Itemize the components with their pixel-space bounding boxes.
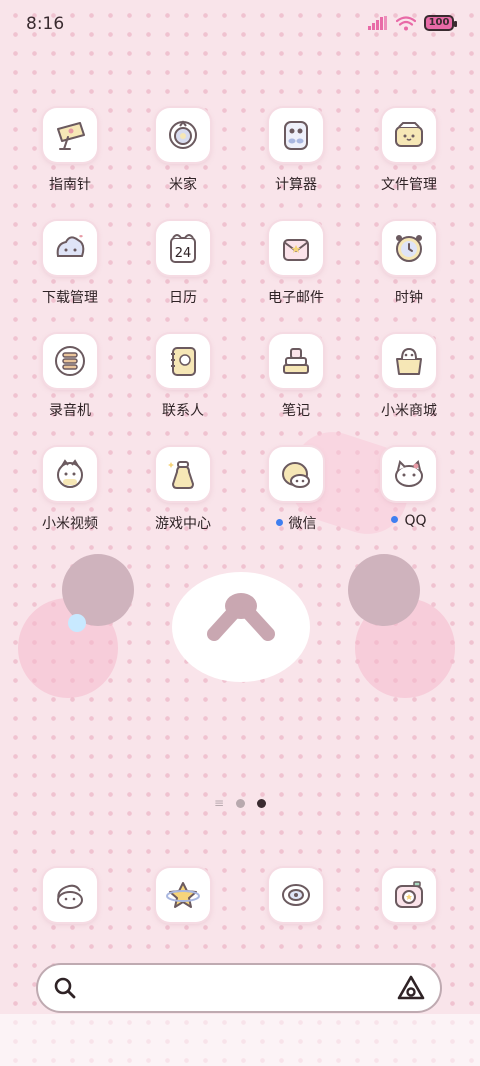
app-email[interactable]: 电子邮件: [246, 221, 346, 307]
menu-lines-icon[interactable]: ≡: [214, 796, 224, 810]
dock-messages[interactable]: [133, 868, 233, 922]
wechat-icon[interactable]: [269, 447, 323, 501]
app-label: 游戏中心: [155, 516, 211, 532]
battery-level: 100: [428, 17, 450, 28]
contacts-icon[interactable]: [156, 334, 210, 388]
app-label: 笔记: [282, 403, 310, 419]
search-bar[interactable]: [36, 963, 442, 1013]
page-dot-1[interactable]: [236, 798, 246, 808]
app-label: 日历: [169, 290, 197, 306]
app-label: 指南针: [49, 177, 91, 193]
messages-icon[interactable]: [156, 868, 210, 922]
app-label: 文件管理: [381, 177, 437, 193]
search-icon[interactable]: [52, 975, 78, 1001]
app-download-manager[interactable]: 下载管理: [20, 221, 120, 307]
app-label: 计算器: [275, 177, 317, 193]
battery-icon: 100: [424, 15, 457, 31]
email-icon[interactable]: [269, 221, 323, 275]
app-label-row: 微信: [246, 513, 346, 533]
status-bar: 8:16 100: [0, 0, 480, 52]
mi-video-icon[interactable]: [43, 447, 97, 501]
file-manager-icon[interactable]: [382, 108, 436, 162]
app-calendar[interactable]: 24 日历: [133, 221, 233, 307]
app-wechat[interactable]: 微信: [246, 447, 346, 533]
new-badge-dot: [275, 519, 283, 526]
game-center-icon[interactable]: [156, 447, 210, 501]
app-calculator[interactable]: 计算器: [246, 108, 346, 194]
wifi-icon: [396, 15, 416, 30]
calendar-icon[interactable]: 24: [156, 221, 210, 275]
browser-icon[interactable]: [269, 868, 323, 922]
app-recorder[interactable]: 录音机: [20, 334, 120, 420]
bottom-gesture-area: [0, 1014, 480, 1066]
app-mi-video[interactable]: 小米视频: [20, 447, 120, 533]
app-label: 时钟: [395, 290, 423, 306]
app-game-center[interactable]: 游戏中心: [133, 447, 233, 533]
phone-icon[interactable]: [43, 868, 97, 922]
assistant-icon[interactable]: [396, 974, 426, 1002]
qq-icon[interactable]: [382, 447, 436, 501]
wallpaper-ear-right: [348, 554, 420, 626]
app-label: 电子邮件: [268, 290, 324, 306]
app-label: 录音机: [49, 403, 91, 419]
dock-phone[interactable]: [20, 868, 120, 922]
recorder-icon[interactable]: [43, 334, 97, 388]
dock-browser[interactable]: [246, 868, 346, 922]
app-label-row: QQ: [359, 513, 459, 529]
download-manager-icon[interactable]: [43, 221, 97, 275]
app-label: 米家: [169, 177, 197, 193]
app-file-manager[interactable]: 文件管理: [359, 108, 459, 194]
mi-store-icon[interactable]: [382, 334, 436, 388]
notes-icon[interactable]: [269, 334, 323, 388]
app-qq[interactable]: QQ: [359, 447, 459, 529]
app-clock[interactable]: 时钟: [359, 221, 459, 307]
app-label: 微信: [288, 516, 317, 532]
status-icons: 100: [368, 15, 457, 31]
dock-camera[interactable]: [359, 868, 459, 922]
app-label: 小米商城: [381, 403, 437, 419]
app-notes[interactable]: 笔记: [246, 334, 346, 420]
page-indicator[interactable]: ≡: [0, 796, 480, 810]
bear-nose-icon: [207, 593, 275, 641]
app-compass[interactable]: 指南针: [20, 108, 120, 194]
compass-icon[interactable]: [43, 108, 97, 162]
page-dot-2[interactable]: [257, 798, 267, 808]
app-mijia[interactable]: 米家: [133, 108, 233, 194]
mijia-icon[interactable]: [156, 108, 210, 162]
wallpaper-bubble: [68, 614, 86, 632]
app-label: 下载管理: [42, 290, 98, 306]
new-badge-dot: [391, 516, 399, 523]
app-label: 小米视频: [42, 516, 98, 532]
camera-icon[interactable]: [382, 868, 436, 922]
app-label: QQ: [404, 513, 427, 529]
app-mi-store[interactable]: 小米商城: [359, 334, 459, 420]
status-time: 8:16: [26, 14, 65, 34]
wallpaper-bear-muzzle: [172, 572, 310, 682]
clock-icon[interactable]: [382, 221, 436, 275]
app-contacts[interactable]: 联系人: [133, 334, 233, 420]
signal-icon: [368, 16, 387, 30]
calendar-day: 24: [175, 246, 192, 261]
app-label: 联系人: [162, 403, 204, 419]
calculator-icon[interactable]: [269, 108, 323, 162]
